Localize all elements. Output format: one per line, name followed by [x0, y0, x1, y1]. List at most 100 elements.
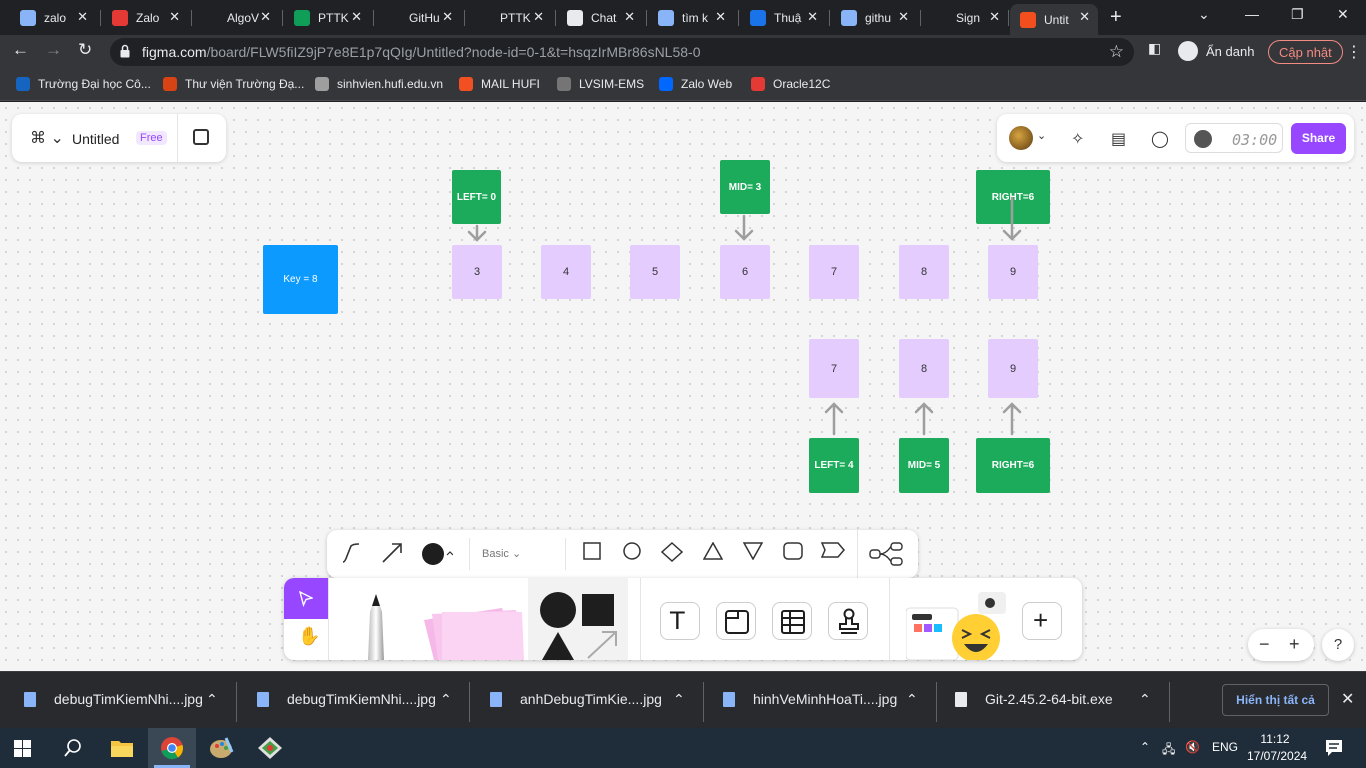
share-button[interactable]: Share — [1291, 123, 1346, 154]
select-tool-button[interactable] — [284, 578, 328, 619]
elbow-connector-icon[interactable] — [341, 542, 363, 564]
chevron-up-icon[interactable]: ⌃ — [906, 691, 918, 708]
array-cell[interactable]: 7 — [809, 245, 859, 299]
array-cell[interactable]: 9 — [988, 245, 1038, 299]
side-panel-icon[interactable]: ◧ — [1148, 40, 1161, 57]
figjam-canvas[interactable]: ⌘ ⌄ Untitled Free ⌄ ✧ ▤ ◯ 03:00 Share Ke… — [0, 102, 1366, 671]
chevron-up-icon[interactable]: ⌃ — [1139, 691, 1151, 708]
system-clock[interactable]: 11:12 17/07/2024 — [1247, 731, 1307, 765]
close-tab-icon[interactable]: ✕ — [807, 9, 818, 25]
download-item[interactable]: Git-2.45.2-64-bit.exe — [955, 691, 1113, 707]
windows-start-icon[interactable] — [14, 740, 31, 757]
shapes-tool-button[interactable] — [528, 578, 628, 660]
download-item[interactable]: anhDebugTimKie....jpg — [490, 691, 662, 707]
bookmark-item[interactable]: MAIL HUFI — [459, 77, 540, 91]
chevron-down-icon[interactable]: ⌄ — [1037, 129, 1046, 142]
chevron-up-icon[interactable]: ⌃ — [673, 691, 685, 708]
close-tab-icon[interactable]: ✕ — [351, 9, 362, 25]
bookmark-item[interactable]: Trường Đại học Cô... — [16, 77, 151, 91]
right-pointer-box[interactable]: RIGHT=6 — [976, 438, 1050, 493]
gitkraken-icon[interactable] — [257, 736, 283, 760]
rounded-rect-shape-icon[interactable] — [783, 542, 803, 560]
mindmap-icon[interactable] — [869, 542, 903, 566]
tab-search-icon[interactable]: ⌄ — [1198, 6, 1210, 23]
browser-tab[interactable]: Thuậ ✕ — [740, 4, 826, 31]
pages-icon[interactable] — [193, 129, 209, 145]
update-button[interactable]: Cập nhật — [1268, 40, 1343, 64]
sticky-note-icon[interactable] — [416, 592, 528, 660]
close-tab-icon[interactable]: ✕ — [989, 9, 1000, 25]
browser-tab[interactable]: PTTK ✕ — [466, 4, 552, 31]
bookmark-item[interactable]: Thư viện Trường Đạ... — [163, 77, 304, 91]
hand-tool-icon[interactable]: ✋ — [298, 626, 320, 647]
array-cell[interactable]: 8 — [899, 245, 949, 299]
comment-icon[interactable]: ◯ — [1151, 129, 1169, 149]
chrome-taskbar-button[interactable] — [148, 728, 196, 768]
notifications-icon[interactable] — [1325, 739, 1343, 757]
close-tab-icon[interactable]: ✕ — [1079, 9, 1090, 25]
color-picker-icon[interactable] — [421, 542, 453, 566]
help-button[interactable]: ? — [1322, 629, 1354, 661]
circle-shape-icon[interactable] — [623, 542, 641, 560]
stamp-tool-button[interactable] — [828, 602, 868, 640]
bookmark-item[interactable]: sinhvien.hufi.edu.vn — [315, 77, 443, 91]
download-item[interactable]: hinhVeMinhHoaTi....jpg — [723, 691, 897, 707]
browser-tab[interactable]: Zalo ✕ — [102, 4, 188, 31]
bookmark-item[interactable]: LVSIM-EMS — [557, 77, 644, 91]
new-tab-button[interactable]: + — [1110, 6, 1122, 29]
text-tool-button[interactable]: T — [660, 602, 700, 640]
timer[interactable]: 03:00 — [1185, 123, 1283, 153]
section-tool-button[interactable] — [716, 602, 756, 640]
close-tab-icon[interactable]: ✕ — [715, 9, 726, 25]
marker-pen-icon[interactable] — [354, 592, 398, 660]
key-box[interactable]: Key = 8 — [263, 245, 338, 314]
paint-icon[interactable] — [208, 736, 234, 760]
bookmark-star-icon[interactable]: ☆ — [1109, 42, 1124, 62]
right-pointer-box[interactable]: RIGHT=6 — [976, 170, 1050, 224]
forward-icon[interactable]: → — [45, 40, 62, 60]
avatar[interactable] — [1009, 126, 1033, 150]
arrow-shape-icon[interactable] — [821, 542, 845, 558]
triangle-shape-icon[interactable] — [703, 542, 723, 560]
add-more-button[interactable]: + — [1022, 602, 1062, 640]
close-tab-icon[interactable]: ✕ — [260, 9, 271, 25]
mid-pointer-box[interactable]: MID= 5 — [899, 438, 949, 493]
reload-icon[interactable]: ↻ — [78, 40, 92, 60]
close-tab-icon[interactable]: ✕ — [624, 9, 635, 25]
tray-chevron-icon[interactable]: ⌃ — [1140, 740, 1150, 754]
square-shape-icon[interactable] — [583, 542, 601, 560]
maximize-button[interactable]: ❐ — [1291, 6, 1304, 23]
browser-tab[interactable]: AlgoV ✕ — [193, 4, 279, 31]
language-indicator[interactable]: ENG — [1212, 740, 1238, 754]
templates-icon[interactable]: ▤ — [1111, 129, 1126, 149]
file-explorer-icon[interactable] — [110, 738, 134, 758]
browser-tab[interactable]: Sign ✕ — [922, 4, 1008, 31]
shape-library-select[interactable]: Basic ⌄ — [482, 547, 521, 560]
array-cell[interactable]: 9 — [988, 339, 1038, 398]
mid-pointer-box[interactable]: MID= 3 — [720, 160, 770, 214]
table-tool-button[interactable] — [772, 602, 812, 640]
browser-tab[interactable]: GitHu ✕ — [375, 4, 461, 31]
array-cell[interactable]: 3 — [452, 245, 502, 299]
browser-tab[interactable]: githu ✕ — [831, 4, 917, 31]
download-item[interactable]: debugTimKiemNhi....jpg — [257, 691, 436, 707]
incognito-profile[interactable]: Ẩn danh — [1178, 41, 1254, 61]
array-cell[interactable]: 4 — [541, 245, 591, 299]
network-icon[interactable]: 🖧 — [1162, 740, 1175, 761]
bookmark-item[interactable]: Zalo Web — [659, 77, 732, 91]
chevron-up-icon[interactable]: ⌃ — [440, 691, 452, 708]
arrow-connector-icon[interactable] — [381, 542, 403, 564]
volume-muted-icon[interactable]: 🔇 — [1185, 740, 1200, 754]
browser-tab[interactable]: zalo ✕ — [10, 4, 96, 31]
show-all-downloads-button[interactable]: Hiển thị tất cả — [1222, 684, 1329, 716]
close-tab-icon[interactable]: ✕ — [77, 9, 88, 25]
array-cell[interactable]: 6 — [720, 245, 770, 299]
array-cell[interactable]: 5 — [630, 245, 680, 299]
file-title[interactable]: Untitled — [72, 131, 119, 147]
address-bar[interactable]: figma.com/board/FLW5fiIZ9jP7e8E1p7qQIg/U… — [110, 38, 1134, 66]
browser-tab[interactable]: tìm k ✕ — [648, 4, 734, 31]
browser-tab[interactable]: Chat ✕ — [557, 4, 643, 31]
bookmark-item[interactable]: Oracle12C — [751, 77, 830, 91]
array-cell[interactable]: 7 — [809, 339, 859, 398]
chevron-up-icon[interactable]: ⌃ — [206, 691, 218, 708]
